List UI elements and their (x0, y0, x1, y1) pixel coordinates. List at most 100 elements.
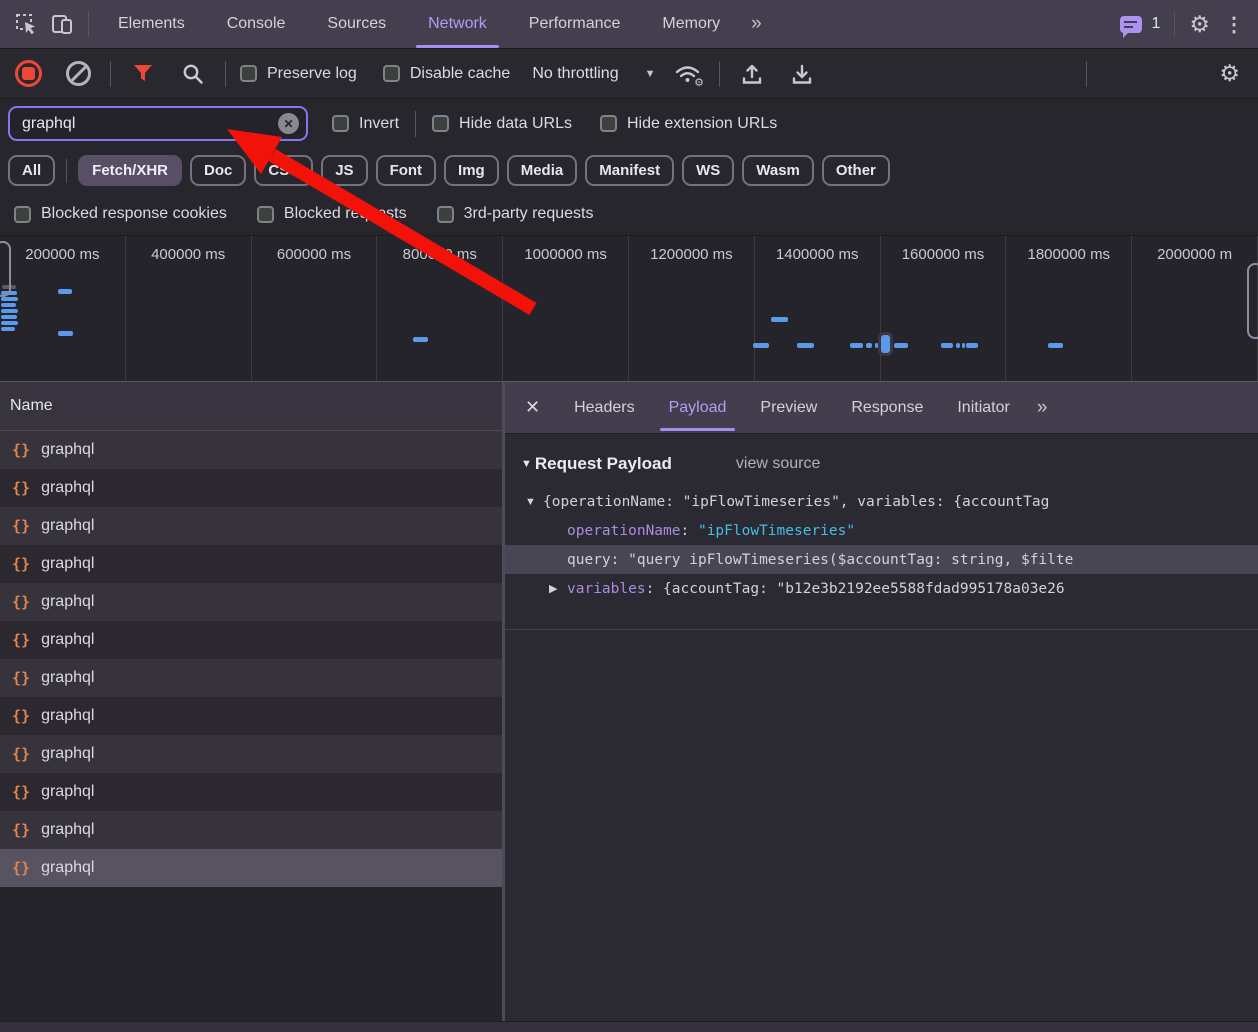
device-toolbar-button[interactable] (44, 6, 80, 42)
preserve-log-checkbox[interactable]: Preserve log (240, 65, 357, 83)
name-column-header[interactable]: Name (0, 382, 502, 431)
disclosure-expanded-icon[interactable]: ▼ (525, 496, 543, 508)
request-payload-header[interactable]: ▼ Request Payload view source (505, 447, 1258, 481)
payload-line[interactable]: operationName: "ipFlowTimeseries" (505, 516, 1258, 545)
filter-button[interactable] (125, 56, 161, 92)
timeline-request-bar[interactable] (850, 343, 863, 348)
timeline-request-bar[interactable] (1048, 343, 1063, 348)
kebab-menu-icon[interactable]: ⋮ (1224, 12, 1244, 37)
clear-filter-icon[interactable]: ✕ (278, 113, 299, 134)
record-network-log-button[interactable] (10, 56, 46, 92)
tab-console[interactable]: Console (206, 0, 307, 48)
chip-manifest[interactable]: Manifest (585, 155, 674, 186)
hide-data-urls-checkbox[interactable]: Hide data URLs (432, 115, 572, 133)
timeline-request-bar[interactable] (894, 343, 908, 348)
timeline-request-bar[interactable] (797, 343, 814, 348)
blocked-response-cookies-checkbox[interactable]: Blocked response cookies (14, 205, 227, 223)
chip-font[interactable]: Font (376, 155, 436, 186)
request-row[interactable]: {}graphql (0, 773, 502, 811)
timeline-request-bar[interactable] (866, 343, 872, 348)
chip-doc[interactable]: Doc (190, 155, 246, 186)
chip-css[interactable]: CSS (254, 155, 313, 186)
request-row[interactable]: {}graphql (0, 621, 502, 659)
network-conditions-button[interactable]: ⚙ (669, 56, 705, 92)
tab-performance[interactable]: Performance (508, 0, 642, 48)
timeline-request-bar[interactable] (1, 321, 18, 325)
request-row[interactable]: {}graphql (0, 697, 502, 735)
request-row[interactable]: {}graphql (0, 849, 502, 887)
timeline-request-bar[interactable] (1, 297, 18, 301)
network-settings-gear-icon[interactable]: ⚙ (1219, 62, 1240, 85)
payload-line[interactable]: query: "query ipFlowTimeseries($accountT… (505, 545, 1258, 574)
timeline-request-bar[interactable] (1, 303, 16, 307)
timeline-request-bar[interactable] (771, 317, 788, 322)
details-tab-initiator[interactable]: Initiator (940, 382, 1026, 433)
request-row[interactable]: {}graphql (0, 735, 502, 773)
tab-network[interactable]: Network (407, 0, 508, 48)
details-tab-preview[interactable]: Preview (743, 382, 834, 433)
issues-button[interactable]: 1 (1120, 15, 1160, 33)
search-button[interactable] (175, 56, 211, 92)
timeline-selected-request-bar[interactable] (881, 335, 890, 353)
tab-memory[interactable]: Memory (641, 0, 741, 48)
timeline-request-bar[interactable] (1, 315, 17, 319)
throttling-select[interactable]: No throttling ▼ (524, 65, 655, 83)
filter-input[interactable] (14, 115, 278, 133)
invert-checkbox[interactable]: Invert (332, 115, 399, 133)
chip-ws[interactable]: WS (682, 155, 734, 186)
timeline-request-bar[interactable] (956, 343, 960, 348)
timeline-request-bar[interactable] (413, 337, 428, 342)
close-icon[interactable]: ✕ (505, 397, 557, 418)
chip-img[interactable]: Img (444, 155, 499, 186)
request-row[interactable]: {}graphql (0, 583, 502, 621)
network-overview-timeline[interactable]: 200000 ms400000 ms600000 ms800000 ms1000… (0, 235, 1258, 385)
chip-js[interactable]: JS (321, 155, 367, 186)
timeline-request-bar[interactable] (966, 343, 978, 348)
timeline-request-bar[interactable] (875, 343, 878, 348)
details-tab-payload[interactable]: Payload (652, 382, 744, 433)
timeline-left-grip[interactable] (0, 241, 11, 297)
request-row[interactable]: {}graphql (0, 545, 502, 583)
timeline-request-bar[interactable] (1, 309, 18, 313)
divider (415, 111, 416, 137)
timeline-right-grip[interactable] (1247, 263, 1258, 339)
request-row[interactable]: {}graphql (0, 659, 502, 697)
chip-fetch-xhr[interactable]: Fetch/XHR (78, 155, 182, 186)
timeline-request-bar[interactable] (58, 331, 73, 336)
chip-all[interactable]: All (8, 155, 55, 186)
more-details-tabs-button[interactable]: » (1027, 397, 1056, 419)
inspect-element-button[interactable] (8, 6, 44, 42)
request-name: graphql (41, 479, 94, 497)
divider (1086, 61, 1087, 87)
clear-network-log-button[interactable] (60, 56, 96, 92)
tab-sources[interactable]: Sources (306, 0, 407, 48)
details-tab-headers[interactable]: Headers (557, 382, 651, 433)
chip-media[interactable]: Media (507, 155, 578, 186)
timeline-request-bar[interactable] (962, 343, 965, 348)
hide-extension-urls-checkbox[interactable]: Hide extension URLs (600, 115, 777, 133)
tab-elements[interactable]: Elements (97, 0, 206, 48)
chip-wasm[interactable]: Wasm (742, 155, 814, 186)
import-har-button[interactable] (734, 56, 770, 92)
chip-other[interactable]: Other (822, 155, 890, 186)
request-row[interactable]: {}graphql (0, 811, 502, 849)
timeline-request-bar[interactable] (58, 289, 72, 294)
view-source-link[interactable]: view source (736, 455, 820, 473)
request-row[interactable]: {}graphql (0, 469, 502, 507)
timeline-request-bar[interactable] (1, 327, 15, 331)
request-row[interactable]: {}graphql (0, 507, 502, 545)
export-har-button[interactable] (784, 56, 820, 92)
disable-cache-checkbox[interactable]: Disable cache (383, 65, 511, 83)
payload-line[interactable]: ▶variables: {accountTag: "b12e3b2192ee55… (505, 574, 1258, 603)
timeline-request-bar[interactable] (941, 343, 953, 348)
wifi-gear-icon: ⚙ (674, 63, 701, 85)
timeline-request-bar[interactable] (753, 343, 769, 348)
request-row[interactable]: {}graphql (0, 431, 502, 469)
blocked-requests-checkbox[interactable]: Blocked requests (257, 205, 407, 223)
settings-gear-icon[interactable]: ⚙ (1189, 13, 1210, 36)
more-tabs-button[interactable]: » (741, 13, 770, 35)
payload-line[interactable]: ▼{operationName: "ipFlowTimeseries", var… (505, 487, 1258, 516)
third-party-requests-checkbox[interactable]: 3rd-party requests (437, 205, 594, 223)
details-tab-response[interactable]: Response (834, 382, 940, 433)
disclosure-collapsed-icon[interactable]: ▶ (549, 582, 567, 595)
